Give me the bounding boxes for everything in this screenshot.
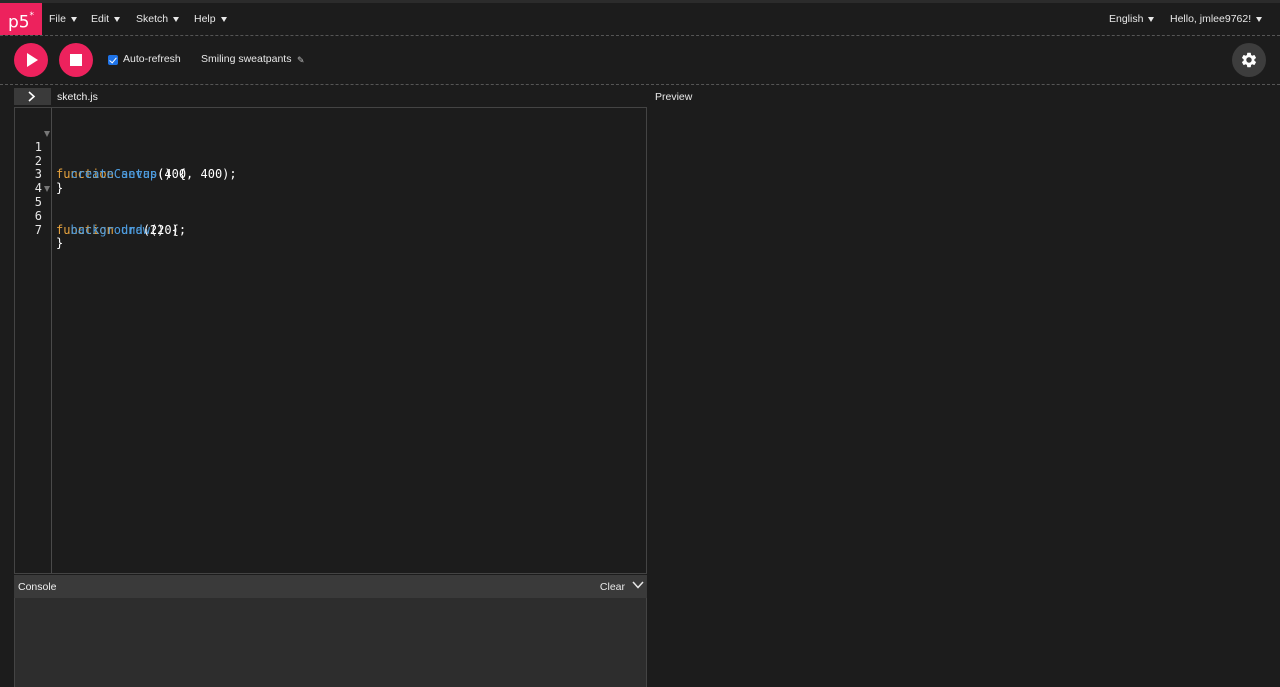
code-text: (220); (142, 222, 187, 237)
language-label: English (1109, 13, 1144, 25)
menu-help[interactable]: Help (194, 3, 227, 35)
menu-sketch-label: Sketch (136, 13, 169, 25)
caret-down-icon (220, 16, 227, 22)
caret-down-icon (114, 16, 121, 22)
chevron-right-icon (28, 91, 36, 102)
stop-icon (70, 54, 82, 66)
auto-refresh-label[interactable]: Auto-refresh (123, 53, 181, 65)
settings-button[interactable] (1232, 43, 1266, 77)
line-number: 7 (34, 222, 42, 237)
logo-text: p5 (7, 12, 30, 33)
console-output[interactable] (14, 598, 647, 687)
code-line[interactable]: 2 createCanvas(400, 400); (15, 141, 646, 181)
stop-button[interactable] (59, 43, 93, 77)
user-greeting: Hello, jmlee9762! (1170, 13, 1252, 25)
toolbar: Auto-refresh Smiling sweatpants ✎ (0, 36, 1280, 85)
user-menu[interactable]: Hello, jmlee9762! (1170, 3, 1263, 35)
menu-file[interactable]: File (49, 3, 77, 35)
gear-icon (1241, 52, 1257, 68)
language-menu[interactable]: English (1109, 3, 1155, 35)
code-line[interactable]: 7 } (15, 210, 646, 250)
sidebar-toggle-button[interactable] (14, 88, 51, 105)
preview-label: Preview (655, 91, 693, 103)
auto-refresh-checkbox[interactable] (108, 55, 118, 65)
code-line[interactable]: 3 } (15, 155, 646, 195)
fold-arrow-icon[interactable] (44, 186, 50, 193)
p5-logo[interactable]: p5* (0, 3, 42, 35)
menu-file-label: File (49, 13, 66, 25)
code-line[interactable]: 6 background(220); (15, 196, 646, 236)
logo-asterisk: * (29, 11, 35, 21)
chevron-down-icon (632, 581, 644, 589)
caret-down-icon (1148, 16, 1155, 22)
file-tab-sketch-js[interactable]: sketch.js (57, 91, 98, 103)
console-clear-button[interactable]: Clear (600, 581, 625, 593)
play-button[interactable] (14, 43, 48, 77)
play-icon (27, 53, 38, 67)
menu-help-label: Help (194, 13, 216, 25)
pencil-icon[interactable]: ✎ (297, 55, 305, 66)
code-line[interactable]: 1 function setup() { (15, 127, 646, 181)
caret-down-icon (173, 16, 180, 22)
menu-edit-label: Edit (91, 13, 110, 25)
console-header: Console Clear (14, 575, 647, 598)
code-content[interactable]: 1 function setup() { 2 createCanvas(400,… (15, 127, 646, 250)
code-text: } (56, 236, 64, 251)
code-line[interactable]: 4 (15, 168, 646, 195)
caret-down-icon (70, 16, 77, 22)
console-title: Console (18, 581, 57, 593)
console-collapse-button[interactable] (632, 580, 644, 593)
caret-down-icon (1256, 16, 1263, 22)
code-function-call: background (70, 222, 143, 237)
code-editor[interactable]: 1 function setup() { 2 createCanvas(400,… (14, 107, 647, 574)
code-line[interactable]: 5 function draw() { (15, 182, 646, 236)
menu-edit[interactable]: Edit (91, 3, 121, 35)
menu-sketch[interactable]: Sketch (136, 3, 180, 35)
sketch-name[interactable]: Smiling sweatpants (201, 53, 291, 65)
fold-arrow-icon[interactable] (44, 131, 50, 137)
top-nav: p5* File Edit Sketch Help English Hello,… (0, 3, 1280, 36)
